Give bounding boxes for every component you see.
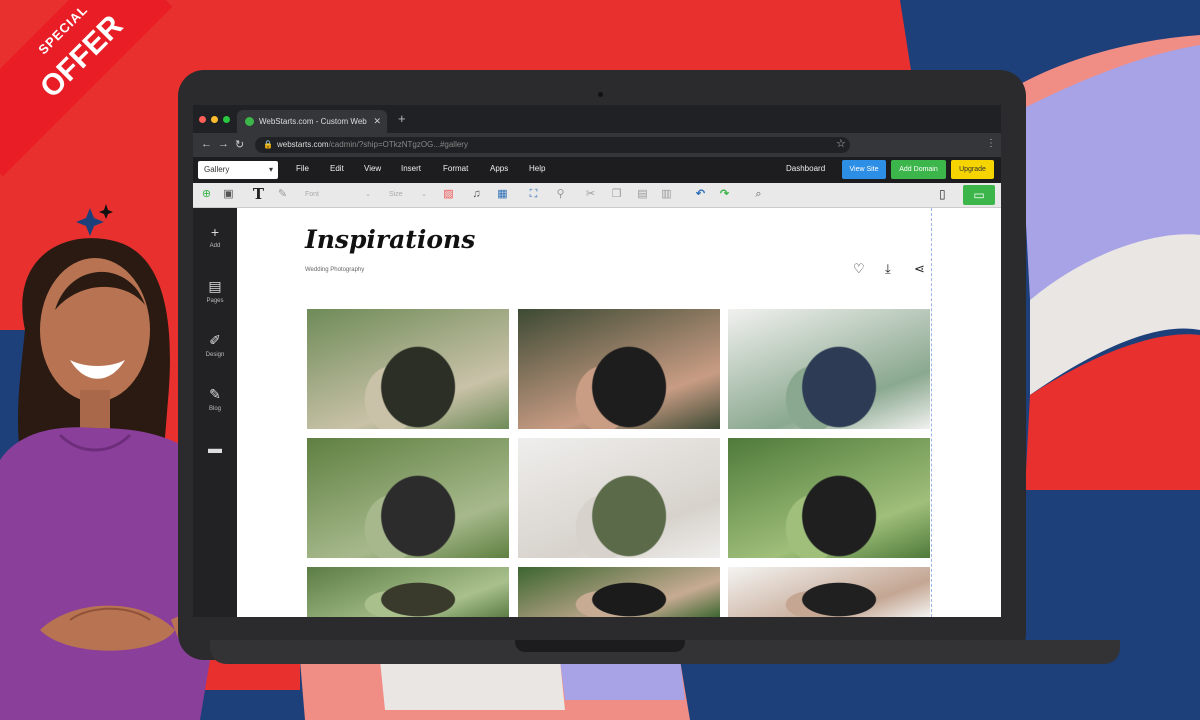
format-painter-icon[interactable]: ✎	[275, 187, 290, 202]
sidebar-item-label: Pages	[206, 298, 224, 304]
laptop-screen: WebStarts.com - Custom Web ✕ + ← → ↻ 🔒 w…	[193, 105, 1001, 617]
cut-icon[interactable]: ✂	[583, 187, 598, 202]
menu-edit[interactable]: Edit	[330, 164, 344, 173]
tab-close-icon[interactable]: ✕	[373, 110, 381, 133]
sidebar-item-blog[interactable]: ✎ Blog	[193, 386, 237, 412]
zoom-icon[interactable]: ⌕	[751, 187, 766, 202]
forward-icon[interactable]: →	[218, 138, 229, 150]
gallery-photo-bridal-bouquet[interactable]	[728, 309, 930, 429]
lock-icon: 🔒	[263, 140, 273, 149]
size-select[interactable]: Size ⌄	[389, 187, 431, 202]
formatting-toolbar: ⊕ ▣ T ✎ Font ⌄ Size ⌄ ▨ ♫ ▦ ⛶ ⚲ ✂ ❐ ▤ ▥ …	[193, 183, 1001, 208]
sidebar-item-label: Blog	[208, 406, 221, 412]
sidebar-item-label: Add	[209, 243, 221, 249]
brush-icon: ✐	[209, 332, 221, 348]
special-offer-ribbon: SPECIAL OFFER	[0, 0, 180, 180]
paste-special-icon[interactable]: ▥	[659, 187, 674, 202]
url-path: /cadmin/?ship=OTkzNTgzOG...#gallery	[328, 140, 468, 149]
font-select-value: Font	[305, 191, 320, 198]
maximize-window-button[interactable]	[223, 116, 230, 123]
favicon-icon	[245, 117, 254, 126]
link-icon[interactable]: ⚲	[553, 187, 568, 202]
minimize-window-button[interactable]	[211, 116, 218, 123]
font-select[interactable]: Font ⌄	[305, 187, 375, 202]
text-icon[interactable]: T	[251, 187, 266, 202]
add-domain-button[interactable]: Add Domain	[891, 160, 946, 179]
crop-icon[interactable]: ⛶	[526, 187, 541, 202]
view-site-button[interactable]: View Site	[842, 160, 886, 179]
paste-icon[interactable]: ▤	[635, 187, 650, 202]
insert-image-icon[interactable]: ▨	[441, 187, 456, 202]
menu-help[interactable]: Help	[529, 164, 545, 173]
share-icon[interactable]: ⋖	[914, 261, 925, 277]
menu-format[interactable]: Format	[443, 164, 468, 173]
page-select-value: Gallery	[204, 165, 230, 174]
menu-view[interactable]: View	[364, 164, 381, 173]
card-icon: ▬	[208, 440, 222, 456]
url-host: webstarts.com	[277, 140, 329, 149]
tab-title: WebStarts.com - Custom Web	[259, 117, 367, 126]
video-icon[interactable]: ▦	[495, 187, 510, 202]
chevron-down-icon: ⌄	[421, 191, 427, 198]
reload-icon[interactable]: ↻	[235, 138, 244, 151]
sidebar-item-pages[interactable]: ▤ Pages	[193, 278, 237, 304]
gallery-photo-couple-portrait[interactable]	[728, 567, 930, 617]
webcam-dot	[598, 92, 603, 97]
editor-menu-bar: Gallery ▾ File Edit View Insert Format A…	[193, 157, 1001, 183]
download-icon[interactable]: ⤓	[885, 261, 891, 277]
editor-sidebar: + Add ▤ Pages ✐ Design ✎ Blog ▬	[193, 208, 237, 617]
gallery-photo-couple-embracing-forest[interactable]	[307, 309, 509, 429]
plus-icon: +	[210, 224, 220, 240]
bookmark-star-icon[interactable]: ☆	[836, 137, 846, 150]
gallery-photo-couple-walking-under-trees[interactable]	[307, 438, 509, 558]
gallery-photo-trees-canopy[interactable]	[307, 567, 509, 617]
sidebar-item-design[interactable]: ✐ Design	[193, 332, 237, 358]
page-select[interactable]: Gallery ▾	[198, 161, 278, 179]
layout-guide-line	[931, 208, 932, 617]
sidebar-item-add[interactable]: + Add	[193, 224, 237, 249]
address-bar-row: ← → ↻ 🔒 webstarts.com/cadmin/?ship=OTkzN…	[193, 133, 1001, 157]
menu-file[interactable]: File	[296, 164, 309, 173]
laptop-notch	[515, 640, 685, 652]
page-icon: ▤	[208, 278, 222, 294]
browser-tab[interactable]: WebStarts.com - Custom Web ✕	[237, 110, 387, 133]
desktop-view-icon[interactable]: ▭	[963, 185, 995, 205]
upgrade-button[interactable]: Upgrade	[951, 160, 994, 179]
browser-tab-bar: WebStarts.com - Custom Web ✕ +	[193, 105, 1001, 133]
page-subtitle[interactable]: Wedding Photography	[305, 267, 364, 273]
browser-menu-icon[interactable]: ⋮	[986, 138, 996, 149]
gallery-photo-couple-kissing-closeup[interactable]	[518, 309, 720, 429]
gallery-photo-bride-with-bouquet[interactable]	[518, 438, 720, 558]
gallery-photo-groom-and-bride-kissing[interactable]	[518, 567, 720, 617]
save-icon[interactable]: ▣	[221, 187, 236, 202]
size-select-value: Size	[389, 191, 403, 198]
gallery-photo-couple-holding-hands-path[interactable]	[728, 438, 930, 558]
dashboard-link[interactable]: Dashboard	[786, 164, 825, 173]
heart-icon[interactable]: ♡	[853, 261, 865, 277]
chevron-down-icon: ⌄	[365, 191, 371, 198]
menu-apps[interactable]: Apps	[490, 164, 508, 173]
copy-icon[interactable]: ❐	[609, 187, 624, 202]
sidebar-item-label: Design	[205, 352, 225, 358]
redo-icon[interactable]: ↷	[717, 187, 732, 202]
new-tab-button[interactable]: +	[398, 111, 406, 126]
music-icon[interactable]: ♫	[469, 187, 484, 202]
pencil-icon: ✎	[209, 386, 221, 402]
back-icon[interactable]: ←	[201, 138, 212, 150]
close-window-button[interactable]	[199, 116, 206, 123]
new-element-icon[interactable]: ⊕	[199, 187, 214, 202]
page-title[interactable]: Inspirations	[305, 225, 475, 254]
menu-insert[interactable]: Insert	[401, 164, 421, 173]
chevron-down-icon: ▾	[268, 165, 273, 174]
url-field[interactable]: 🔒 webstarts.com/cadmin/?ship=OTkzNTgzOG.…	[255, 137, 850, 153]
mobile-view-icon[interactable]: ▯	[939, 187, 946, 201]
sidebar-item-more[interactable]: ▬	[193, 440, 237, 456]
undo-icon[interactable]: ↶	[693, 187, 708, 202]
